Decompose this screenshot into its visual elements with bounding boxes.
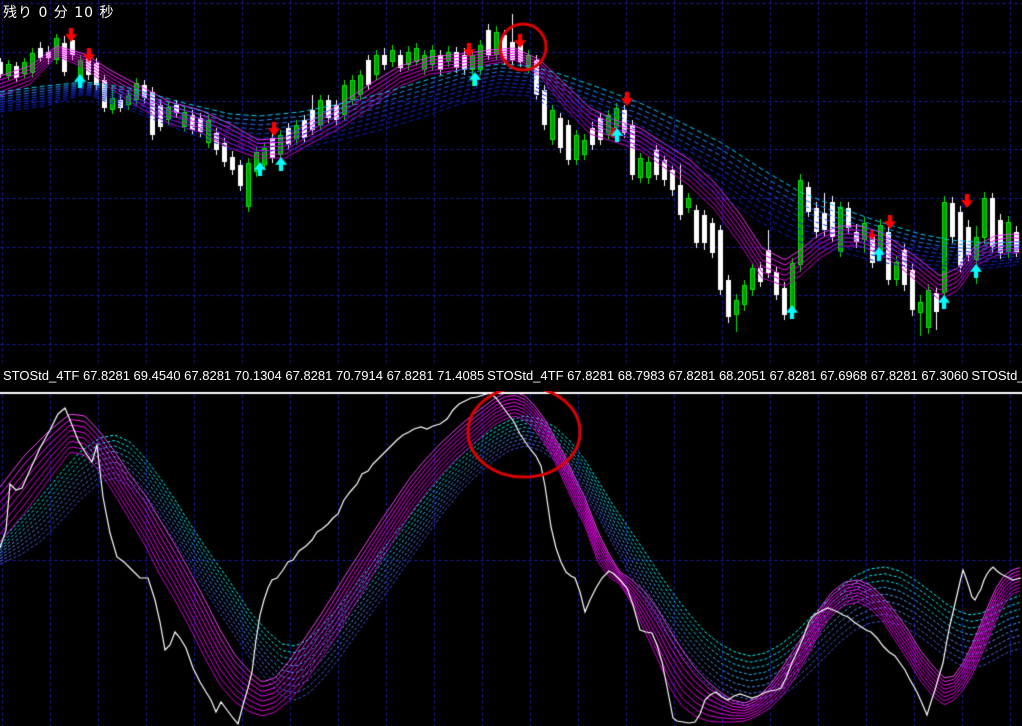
indicator-segment: STOStd_4TF 67.8281 69.4540 67.8281 70.13…	[3, 368, 485, 383]
mt4-chart-window: 残り 0 分 10 秒 STOStd_4TF 67.8281 69.4540 6…	[0, 0, 1022, 726]
indicator-values-bar: STOStd_4TF 67.8281 69.4540 67.8281 70.13…	[0, 363, 1022, 391]
candle-countdown-timer: 残り 0 分 10 秒	[3, 5, 115, 21]
indicator-segment: STOStd_4T	[971, 368, 1022, 383]
indicator-segment: STOStd_4TF 67.8281 68.7983 67.8281 68.20…	[487, 368, 969, 383]
